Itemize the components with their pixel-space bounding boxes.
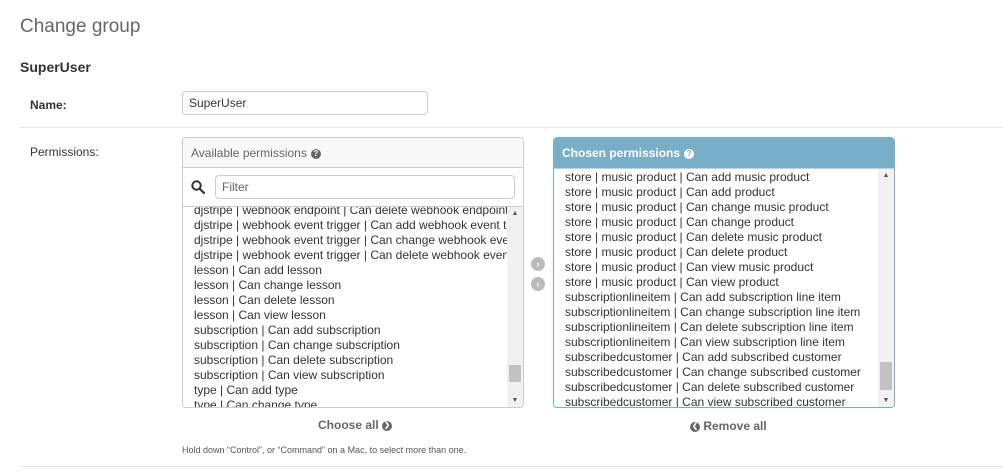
permission-option[interactable]: lesson | Can add lesson <box>194 263 507 278</box>
chosen-permissions-title: Chosen permissions <box>562 146 681 160</box>
permission-option[interactable]: subscription | Can view subscription <box>194 368 507 383</box>
help-text: Hold down “Control”, or “Command” on a M… <box>182 445 467 455</box>
permission-option[interactable]: djstripe | webhook event trigger | Can d… <box>194 248 507 263</box>
available-scrollbar[interactable]: ▲ ▼ <box>507 207 523 407</box>
permission-option[interactable]: store | music product | Can add music pr… <box>565 170 878 185</box>
available-scroll-thumb[interactable] <box>509 364 521 382</box>
permission-option[interactable]: subscription | Can change subscription <box>194 338 507 353</box>
choose-all-label: Choose all <box>318 418 379 432</box>
remove-all-label: Remove all <box>703 419 767 433</box>
permission-option[interactable]: djstripe | webhook event trigger | Can c… <box>194 233 507 248</box>
chosen-permissions-items: store | music product | Can add music pr… <box>565 170 878 407</box>
permission-option[interactable]: store | music product | Can delete music… <box>565 230 878 245</box>
add-permission-arrow-icon[interactable]: › <box>531 257 545 271</box>
chevron-right-circle-icon: ❯ <box>382 420 393 431</box>
remove-all-link[interactable]: ❮ Remove all <box>690 419 767 433</box>
permission-option[interactable]: subscription | Can delete subscription <box>194 353 507 368</box>
permission-option[interactable]: store | music product | Can change produ… <box>565 215 878 230</box>
available-permissions-box: Available permissions? djstripe | webhoo… <box>182 137 524 408</box>
permission-option[interactable]: store | music product | Can view product <box>565 275 878 290</box>
permission-option[interactable]: subscriptionlineitem | Can view subscrip… <box>565 335 878 350</box>
permission-option[interactable]: subscribedcustomer | Can change subscrib… <box>565 365 878 380</box>
help-icon: ? <box>310 148 321 159</box>
permission-option[interactable]: store | music product | Can change music… <box>565 200 878 215</box>
choose-all-link[interactable]: Choose all ❯ <box>318 418 393 432</box>
available-permissions-list[interactable]: djstripe | webhook endpoint | Can delete… <box>183 207 523 407</box>
chosen-permissions-header: Chosen permissions? <box>554 138 894 168</box>
permission-option[interactable]: type | Can add type <box>194 383 507 398</box>
available-permissions-items: djstripe | webhook endpoint | Can delete… <box>194 207 507 407</box>
chosen-permissions-list[interactable]: store | music product | Can add music pr… <box>554 168 894 407</box>
permission-option[interactable]: subscriptionlineitem | Can change subscr… <box>565 305 878 320</box>
filter-input[interactable] <box>215 175 515 199</box>
chosen-permissions-box: Chosen permissions? store | music produc… <box>553 137 895 408</box>
available-permissions-header: Available permissions? <box>183 138 523 168</box>
permissions-label: Permissions: <box>30 145 99 159</box>
permission-option[interactable]: subscriptionlineitem | Can add subscript… <box>565 290 878 305</box>
permission-option[interactable]: lesson | Can view lesson <box>194 308 507 323</box>
permission-option[interactable]: djstripe | webhook event trigger | Can a… <box>194 218 507 233</box>
permission-option[interactable]: subscriptionlineitem | Can delete subscr… <box>565 320 878 335</box>
scroll-down-arrow-icon[interactable]: ▼ <box>507 394 523 407</box>
divider-bottom <box>20 466 1003 467</box>
help-icon: ? <box>684 148 695 159</box>
search-icon <box>191 180 205 194</box>
permission-option[interactable]: lesson | Can change lesson <box>194 278 507 293</box>
permission-option[interactable]: subscription | Can add subscription <box>194 323 507 338</box>
scroll-up-arrow-icon[interactable]: ▲ <box>507 207 523 221</box>
name-label: Name: <box>30 98 67 112</box>
permission-option[interactable]: store | music product | Can view music p… <box>565 260 878 275</box>
scroll-up-arrow-icon[interactable]: ▲ <box>878 169 894 183</box>
chosen-scrollbar[interactable]: ▲ ▼ <box>878 169 894 407</box>
remove-permission-arrow-icon[interactable]: ‹ <box>531 277 545 291</box>
permission-option[interactable]: type | Can change type <box>194 398 507 407</box>
page-title: Change group <box>20 16 141 37</box>
available-permissions-title: Available permissions <box>191 146 307 160</box>
chosen-scroll-thumb[interactable] <box>880 362 892 391</box>
name-input[interactable] <box>182 91 428 115</box>
permission-option[interactable]: subscribedcustomer | Can add subscribed … <box>565 350 878 365</box>
permission-option[interactable]: subscribedcustomer | Can delete subscrib… <box>565 380 878 395</box>
permission-option[interactable]: djstripe | webhook endpoint | Can delete… <box>194 207 507 218</box>
permission-option[interactable]: lesson | Can delete lesson <box>194 293 507 308</box>
permission-option[interactable]: store | music product | Can add product <box>565 185 878 200</box>
chevron-left-circle-icon: ❮ <box>690 421 700 432</box>
permission-option[interactable]: store | music product | Can delete produ… <box>565 245 878 260</box>
divider-top <box>20 127 1003 128</box>
permission-option[interactable]: subscribedcustomer | Can view subscribed… <box>565 395 878 407</box>
filter-row <box>183 168 523 207</box>
scroll-down-arrow-icon[interactable]: ▼ <box>878 394 894 407</box>
fieldset-title: SuperUser <box>20 59 91 75</box>
